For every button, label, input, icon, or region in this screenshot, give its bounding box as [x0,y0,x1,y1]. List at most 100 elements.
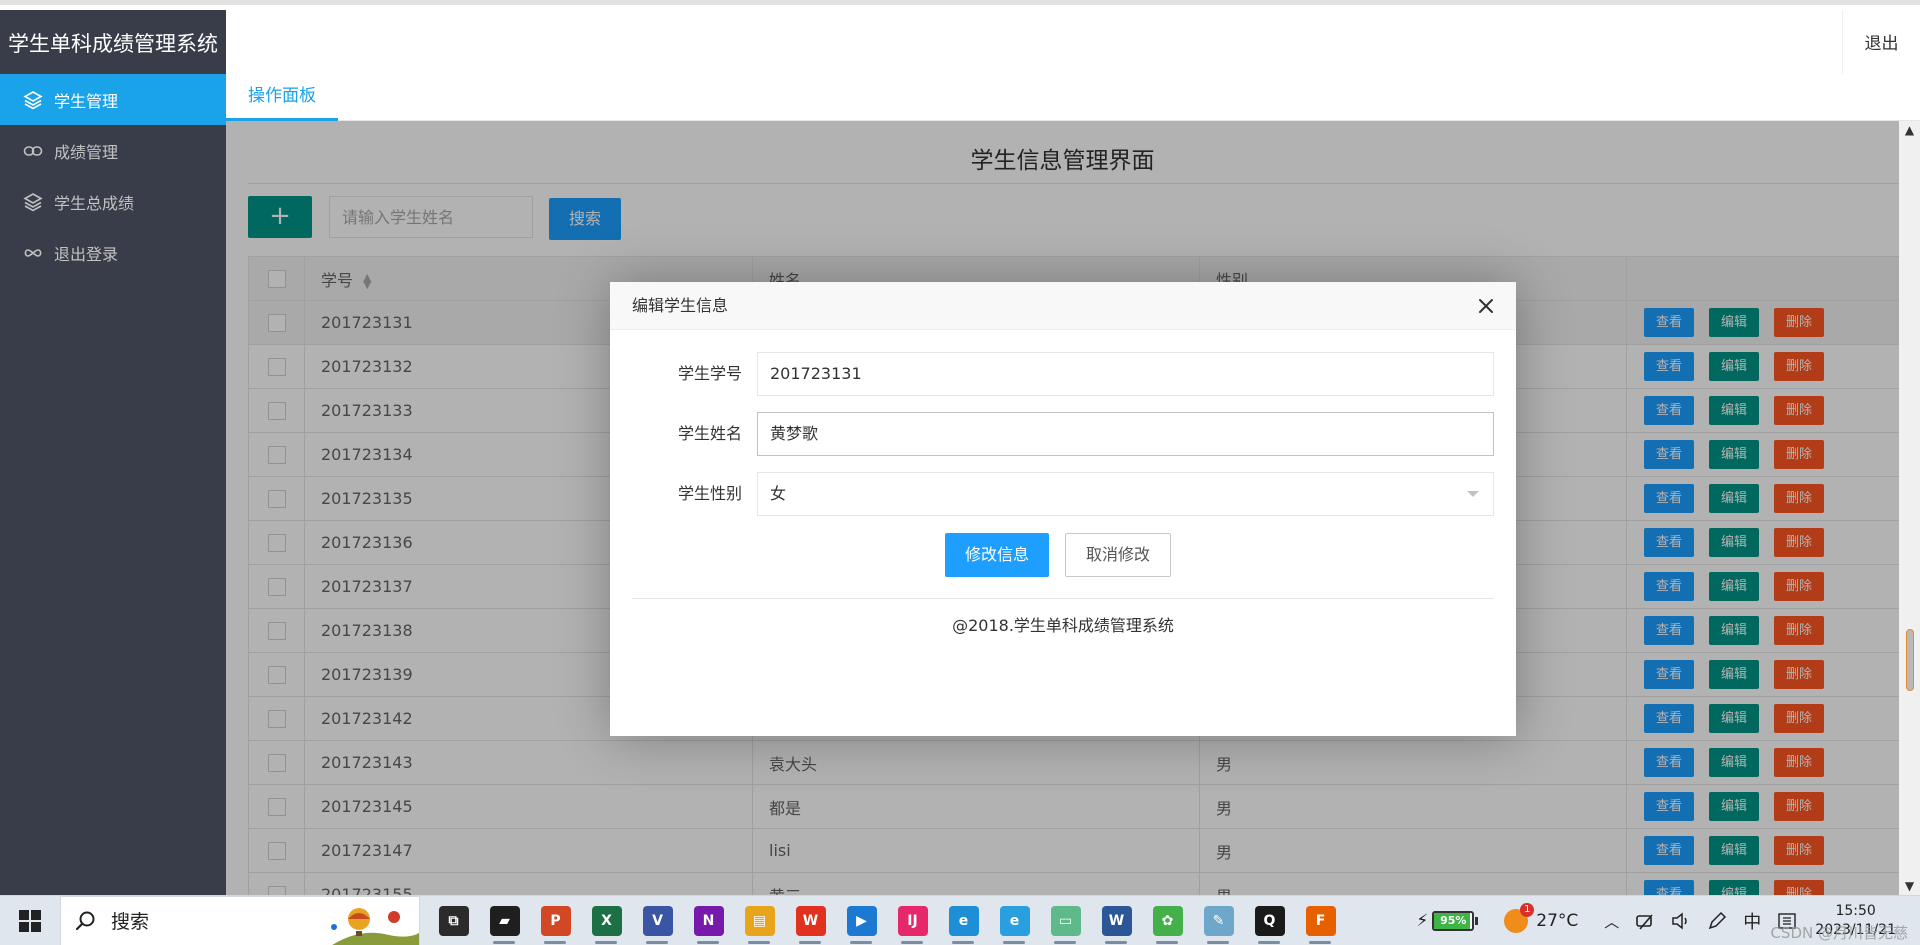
link-icon [22,140,44,162]
running-indicator [697,940,719,944]
taskbar-app-intellij[interactable]: IJ [887,896,938,945]
close-icon[interactable] [1472,292,1500,320]
running-indicator [595,940,617,944]
infinity-icon [22,242,44,264]
dialog-footer-text: @2018.学生单科成绩管理系统 [952,616,1174,635]
firefox-icon: F [1305,905,1336,936]
sidebar: 学生管理 成绩管理 学生总成绩 退出登录 [0,74,226,895]
word-icon: W [1101,905,1132,936]
weather-widget[interactable]: 1 27°C [1486,896,1586,945]
taskbar-app-media-player[interactable]: ▶ [836,896,887,945]
running-indicator [1054,940,1076,944]
ime-language-indicator[interactable]: 中 [1735,896,1769,945]
running-indicator [952,940,974,944]
taskbar-app-garden-app[interactable]: ✿ [1142,896,1193,945]
taskbar-app-file-explorer[interactable]: ▤ [734,896,785,945]
sidebar-item-label: 退出登录 [54,244,119,264]
system-clock[interactable]: 15:50 2023/11/21 [1805,896,1906,945]
sidebar-item-student-management[interactable]: 学生管理 [0,74,226,125]
battery-percent: 95% [1440,914,1467,927]
intellij-icon: IJ [897,905,928,936]
layers-icon [22,89,44,111]
running-indicator [799,940,821,944]
student-gender-label: 学生性别 [677,484,742,503]
taskbar-search-label: 搜索 [111,911,150,933]
clock-time: 15:50 [1835,903,1876,919]
scroll-down-arrow-icon[interactable]: ▼ [1899,877,1920,895]
form-row-student-id: 学生学号 201723131 [610,352,1516,396]
student-id-field[interactable]: 201723131 [757,352,1494,396]
show-hidden-icons-button[interactable]: ︿ [1586,896,1627,945]
logout-link[interactable]: 退出 [1842,10,1920,79]
powerpoint-icon: P [540,905,571,936]
network-icon[interactable] [1627,896,1663,945]
taskbar-app-sticky-notes[interactable]: ▰ [479,896,530,945]
chevron-up-icon: ︿ [1604,912,1620,931]
taskbar-app-qq[interactable]: Q [1244,896,1295,945]
windows-logo-icon [19,909,41,932]
running-indicator [1207,940,1229,944]
running-indicator [748,940,770,944]
scroll-up-arrow-icon[interactable]: ▲ [1899,121,1920,139]
student-name-label: 学生姓名 [677,424,742,443]
student-id-label: 学生学号 [677,364,742,383]
scrollbar-thumb[interactable] [1906,629,1914,691]
gender-selected-value: 女 [770,484,787,503]
taskbar-search-box[interactable]: 搜索 [60,895,420,945]
battery-icon: 95% [1432,911,1479,931]
form-row-student-gender: 学生性别 女 [610,472,1516,516]
battery-indicator[interactable]: ⚡ 95% [1408,896,1486,945]
volume-icon[interactable] [1663,896,1699,945]
running-indicator [1258,940,1280,944]
app-logo: 学生单科成绩管理系统 [0,10,226,79]
running-indicator [850,940,872,944]
sidebar-item-score-management[interactable]: 成绩管理 [0,125,226,176]
tab-operation-panel[interactable]: 操作面板 [226,74,338,121]
taskbar-app-powerpoint[interactable]: P [530,896,581,945]
taskbar-pinned-apps: ⧉ ▰ P X V N ▤ W ▶ IJ e e ▭ W ✿ ✎ Q F [428,896,1346,945]
taskbar-app-ie[interactable]: e [989,896,1040,945]
taskbar-app-onenote[interactable]: N [683,896,734,945]
running-indicator [646,940,668,944]
taskbar-app-screen-tool[interactable]: ▭ [1040,896,1091,945]
student-gender-select[interactable]: 女 [757,472,1494,516]
running-indicator [1105,940,1127,944]
sidebar-item-total-scores[interactable]: 学生总成绩 [0,176,226,227]
taskbar-app-edge[interactable]: e [938,896,989,945]
submit-edit-button[interactable]: 修改信息 [945,533,1049,577]
taskbar-app-task-view[interactable]: ⧉ [428,896,479,945]
page-scrollbar[interactable]: ▲ ▼ [1899,121,1920,895]
ime-mode-icon[interactable] [1769,896,1805,945]
taskbar-app-firefox[interactable]: F [1295,896,1346,945]
sidebar-item-logout[interactable]: 退出登录 [0,227,226,278]
cancel-edit-button[interactable]: 取消修改 [1065,533,1171,577]
screen-tool-icon: ▭ [1050,905,1081,936]
wps-icon: W [795,905,826,936]
media-player-icon: ▶ [846,905,877,936]
taskbar-app-word[interactable]: W [1091,896,1142,945]
search-highlight-balloon-icon [331,907,419,945]
dialog-divider [632,598,1494,599]
qq-icon: Q [1254,905,1285,936]
taskbar-app-excel[interactable]: X [581,896,632,945]
plug-icon: ⚡ [1416,911,1429,931]
pen-icon[interactable] [1699,896,1735,945]
file-explorer-icon: ▤ [744,905,775,936]
taskbar-app-visio[interactable]: V [632,896,683,945]
running-indicator [1156,940,1178,944]
windows-start-button[interactable] [0,896,60,945]
search-icon [75,911,95,930]
taskbar-app-wps[interactable]: W [785,896,836,945]
excel-icon: X [591,905,622,936]
edge-icon: e [948,905,979,936]
running-indicator [493,940,515,944]
form-row-student-name: 学生姓名 黄梦歌 [610,412,1516,456]
taskbar-app-notepad[interactable]: ✎ [1193,896,1244,945]
dialog-title: 编辑学生信息 [632,296,729,315]
notepad-icon: ✎ [1203,905,1234,936]
student-name-field[interactable]: 黄梦歌 [757,412,1494,456]
layers-icon [22,191,44,213]
sidebar-item-label: 学生总成绩 [54,193,135,213]
ie-icon: e [999,905,1030,936]
top-header: 学生单科成绩管理系统 退出 [0,0,1920,79]
